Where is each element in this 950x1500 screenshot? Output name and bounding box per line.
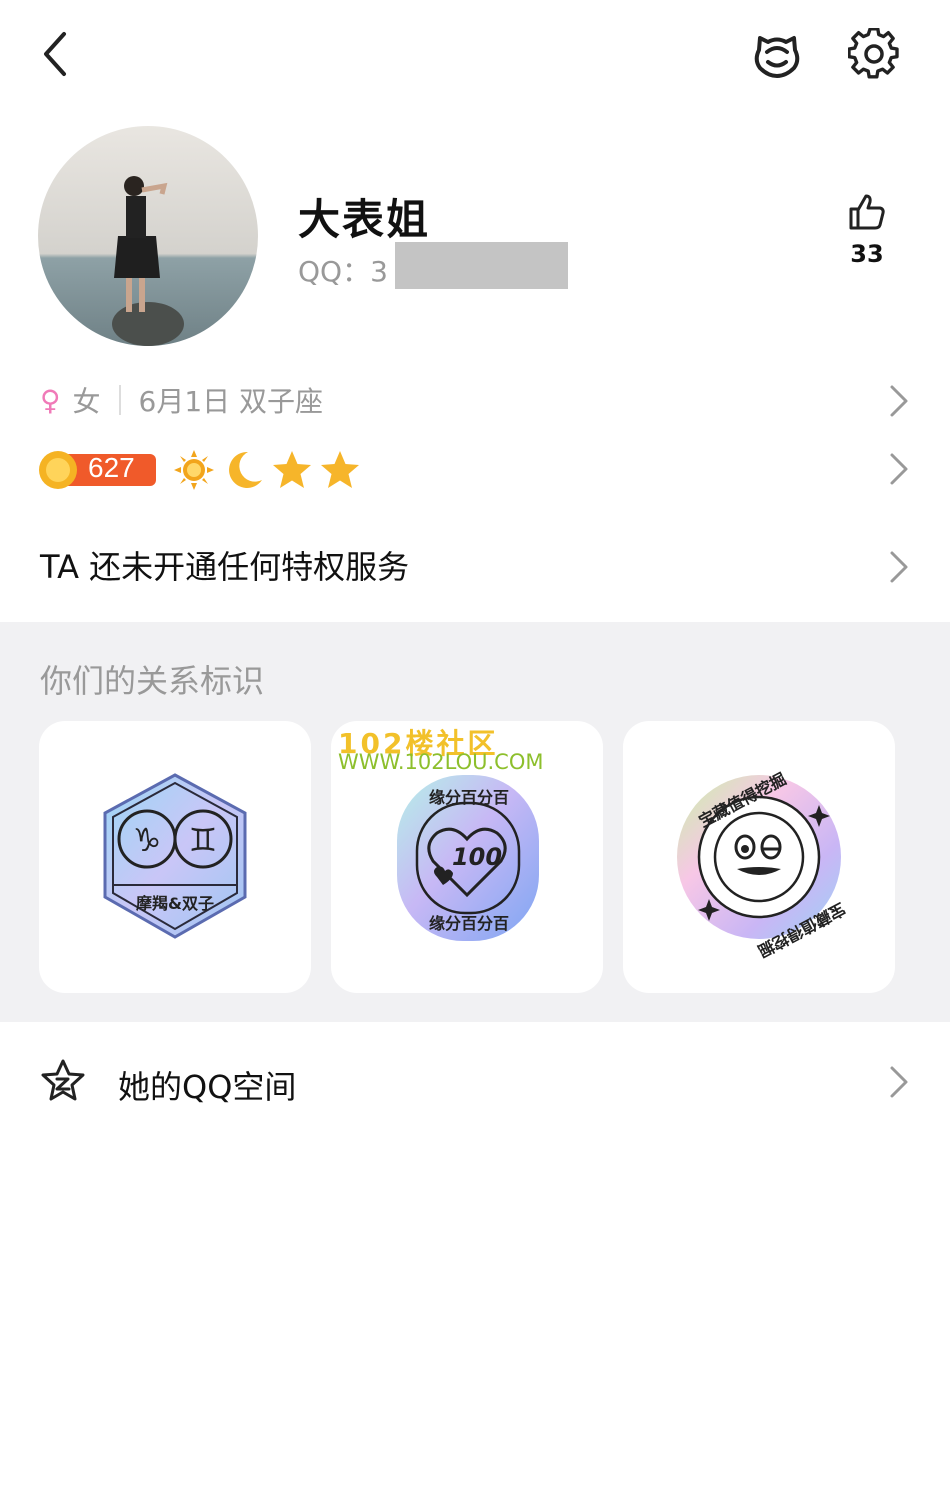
chevron-right-icon (890, 551, 908, 583)
treasure-badge-icon: 宝藏值得挖掘 宝藏值得挖掘 (677, 769, 848, 961)
basic-info-row[interactable]: ♀ 女 6月1日 双子座 (40, 378, 910, 422)
relationship-badge-zodiac[interactable]: ♑ ♊ 摩羯&双子 (39, 721, 311, 993)
gemini-symbol: ♊ (189, 821, 218, 859)
qq-number: QQ：3 (298, 255, 388, 288)
like-button[interactable]: 33 (836, 192, 898, 288)
zodiac-badge-icon: ♑ ♊ 摩羯&双子 (103, 773, 247, 939)
moon-icon (229, 451, 262, 488)
zodiac-badge-label: 摩羯&双子 (136, 894, 214, 913)
hundred-ring-text: 缘分百分百 (429, 788, 509, 807)
star-icon (273, 451, 311, 488)
qq-number-mask (395, 242, 568, 289)
top-bar (0, 0, 950, 110)
like-count: 33 (850, 240, 884, 268)
chevron-left-icon (44, 32, 66, 76)
relationship-badge-treasure[interactable]: 宝藏值得挖掘 宝藏值得挖掘 (623, 721, 895, 993)
avatar-photo (38, 126, 258, 346)
chevron-right-icon (890, 1066, 908, 1098)
avatar[interactable] (38, 126, 258, 346)
settings-button[interactable] (847, 27, 900, 80)
relationship-title: 你们的关系标识 (40, 662, 265, 700)
star-icon (321, 451, 359, 488)
sun-icon (174, 450, 214, 490)
qzone-label: 她的QQ空间 (118, 1068, 297, 1106)
gear-icon (847, 27, 899, 79)
hundred-label: 100 (452, 843, 502, 871)
pet-face-icon (754, 36, 800, 78)
pet-button[interactable] (750, 28, 804, 80)
nickname: 大表姐 (298, 195, 431, 244)
privilege-row[interactable]: TA 还未开通任何特权服务 (40, 542, 910, 592)
chevron-right-icon (890, 385, 908, 417)
capricorn-symbol: ♑ (133, 821, 162, 859)
female-icon: ♀ (40, 383, 61, 417)
hundred-ring-text: 缘分百分百 (429, 914, 509, 933)
chevron-right-icon (890, 453, 908, 485)
gender-text: 女 (72, 385, 101, 418)
qzone-star-icon (41, 1059, 85, 1101)
qzone-row[interactable]: 她的QQ空间 (40, 1056, 910, 1108)
level-points: 627 (88, 452, 135, 483)
divider (118, 385, 121, 415)
back-button[interactable] (34, 28, 80, 80)
watermark-url: WWW.102LOU.COM (338, 750, 544, 774)
thumbs-up-icon (849, 194, 885, 230)
birthday-zodiac: 6月1日 双子座 (138, 385, 324, 418)
privilege-text: TA 还未开通任何特权服务 (40, 548, 410, 586)
level-row[interactable]: 627 (38, 446, 910, 496)
